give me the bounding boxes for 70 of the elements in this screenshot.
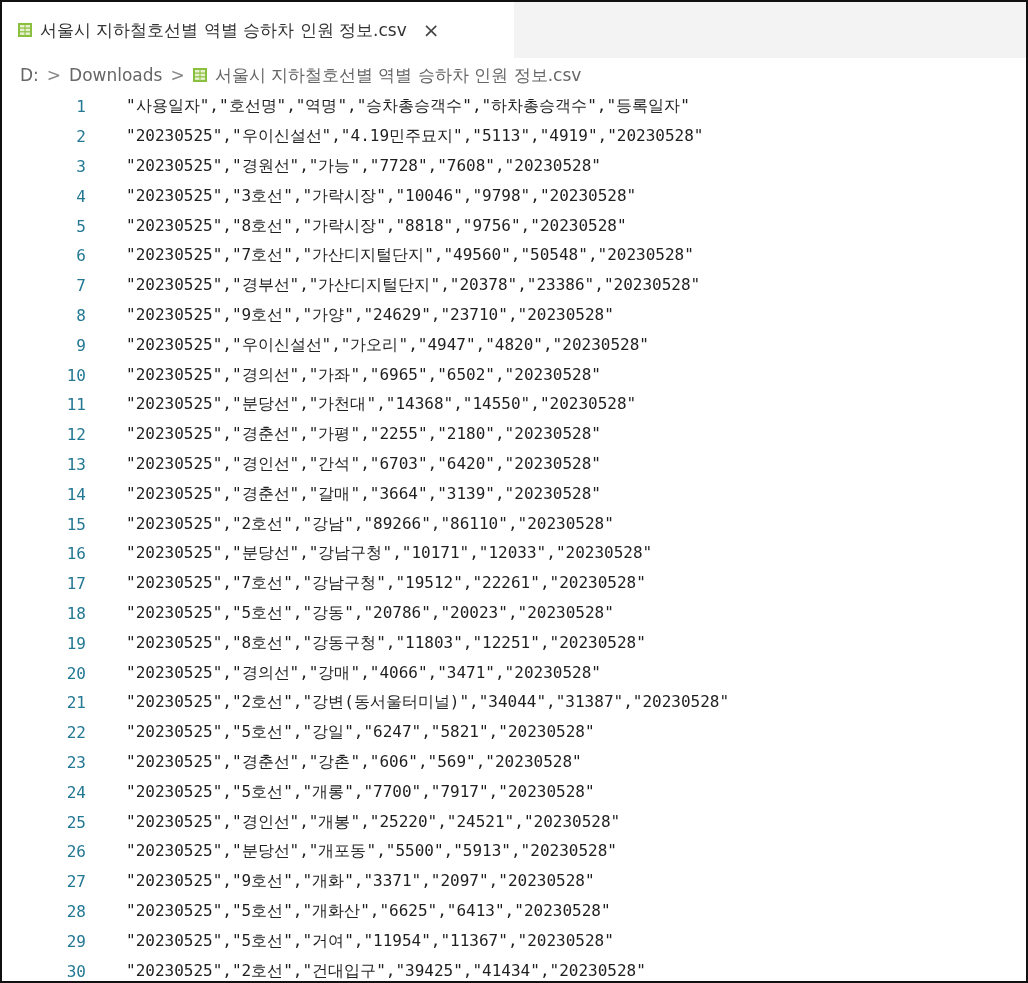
- code-line: "20230525","우이신설선","가오리","4947","4820","20230528": [126, 334, 649, 356]
- code-line: "20230525","경인선","간석","6703","6420","20230528": [126, 453, 601, 475]
- code-line: "20230525","경의선","강매","4066","3471","20230528": [126, 662, 601, 684]
- code-line: "20230525","경원선","가능","7728","7608","20230528": [126, 156, 601, 177]
- line-number: 11: [65, 395, 86, 415]
- line-number: 20: [65, 663, 86, 683]
- tab-title: 서울시 지하철호선별 역별 승하차 인원 정보.csv: [40, 18, 407, 42]
- code-line: "20230525","경의선","가좌","6965","6502","20230528": [126, 364, 601, 386]
- code-line: "20230525","5호선","개롱","7700","7917","20230528": [126, 781, 595, 803]
- line-number: 10: [65, 365, 86, 385]
- line-number: 12: [65, 425, 86, 445]
- breadcrumb-separator: >: [170, 65, 185, 85]
- line-number: 30: [65, 961, 86, 981]
- line-number: 8: [75, 305, 86, 325]
- line-number: 22: [65, 723, 86, 743]
- line-number: 16: [65, 544, 86, 564]
- line-number: 14: [65, 484, 86, 504]
- breadcrumb-item[interactable]: 서울시 지하철호선별 역별 승하차 인원 정보.csv: [214, 63, 582, 87]
- line-number: 3: [75, 157, 86, 176]
- line-number: 23: [65, 752, 86, 772]
- code-line: "20230525","7호선","가산디지털단지","49560","50548","20230528": [126, 245, 694, 267]
- line-number: 26: [65, 842, 86, 862]
- code-line: "20230525","경춘선","갈매","3664","3139","20230528": [126, 483, 601, 505]
- code-line: "20230525","9호선","개화","3371","2097","20230528": [126, 871, 595, 893]
- code-line: "20230525","2호선","강변(동서울터미널)","34044","31387","20230528": [126, 692, 730, 714]
- line-number: 1: [75, 97, 86, 117]
- code-line: "20230525","분당선","개포동","5500","5913","20230528": [126, 841, 617, 863]
- code-line: "20230525","경춘선","강촌","606","569","20230528": [126, 751, 582, 773]
- line-number: 28: [65, 901, 86, 921]
- line-number: 18: [65, 603, 86, 623]
- line-number: 9: [75, 335, 86, 355]
- breadcrumb-item[interactable]: D:: [20, 65, 39, 85]
- line-number: 21: [65, 693, 86, 713]
- line-number: 2: [75, 127, 86, 147]
- line-number: 25: [65, 812, 86, 832]
- line-number: 4: [75, 186, 86, 206]
- line-number: 15: [65, 514, 86, 534]
- code-line: "20230525","2호선","강남","89266","86110","20230528": [126, 513, 614, 535]
- line-number: 19: [65, 633, 86, 653]
- table-file-icon: [192, 68, 207, 82]
- code-line: "20230525","2호선","건대입구","39425","41434","20230528": [126, 960, 646, 981]
- code-line: "사용일자","호선명","역명","승차총승객수","하차총승객수","등록일자": [126, 96, 690, 118]
- line-number: 29: [65, 931, 86, 951]
- code-line: "20230525","분당선","가천대","14368","14550","20230528": [126, 394, 637, 416]
- code-line: "20230525","3호선","가락시장","10046","9798","20230528": [126, 185, 637, 207]
- table-file-icon: [18, 23, 32, 37]
- code-line: "20230525","5호선","개화산","6625","6413","20230528": [126, 900, 611, 922]
- file-tab[interactable]: 서울시 지하철호선별 역별 승하차 인원 정보.csv ×: [2, 2, 514, 58]
- close-button[interactable]: ×: [422, 18, 440, 42]
- line-number: 24: [65, 782, 86, 802]
- code-line: "20230525","7호선","강남구청","19512","22261","20230528": [126, 573, 646, 595]
- line-number: 13: [65, 454, 86, 474]
- code-line: "20230525","5호선","강일","6247","5821","20230528": [126, 722, 595, 744]
- code-line: "20230525","경춘선","가평","2255","2180","20230528": [126, 424, 601, 446]
- code-line: "20230525","9호선","가양","24629","23710","20230528": [126, 304, 614, 326]
- line-number: 5: [75, 216, 86, 236]
- code-line: "20230525","분당선","강남구청","10171","12033","20230528": [126, 543, 653, 565]
- breadcrumb-separator: >: [46, 65, 62, 85]
- code-line: "20230525","경부선","가산디지털단지","20378","23386","20230528": [126, 275, 701, 297]
- line-number: 7: [75, 276, 86, 296]
- code-line: "20230525","5호선","강동","20786","20023","20230528": [126, 602, 614, 624]
- breadcrumb-item[interactable]: Downloads: [69, 65, 163, 85]
- code-line: "20230525","경인선","개봉","25220","24521","20230528": [126, 811, 621, 833]
- code-line: "20230525","8호선","가락시장","8818","9756","20230528": [126, 215, 627, 237]
- code-line: "20230525","5호선","거여","11954","11367","20230528": [126, 930, 614, 952]
- line-number: 17: [65, 574, 86, 594]
- line-number: 27: [65, 872, 86, 892]
- code-line: "20230525","8호선","강동구청","11803","12251","20230528": [126, 632, 646, 654]
- line-number: 6: [75, 246, 86, 266]
- code-line: "20230525","우이신설선","4.19민주묘지","5113","4919","20230528": [126, 126, 704, 148]
